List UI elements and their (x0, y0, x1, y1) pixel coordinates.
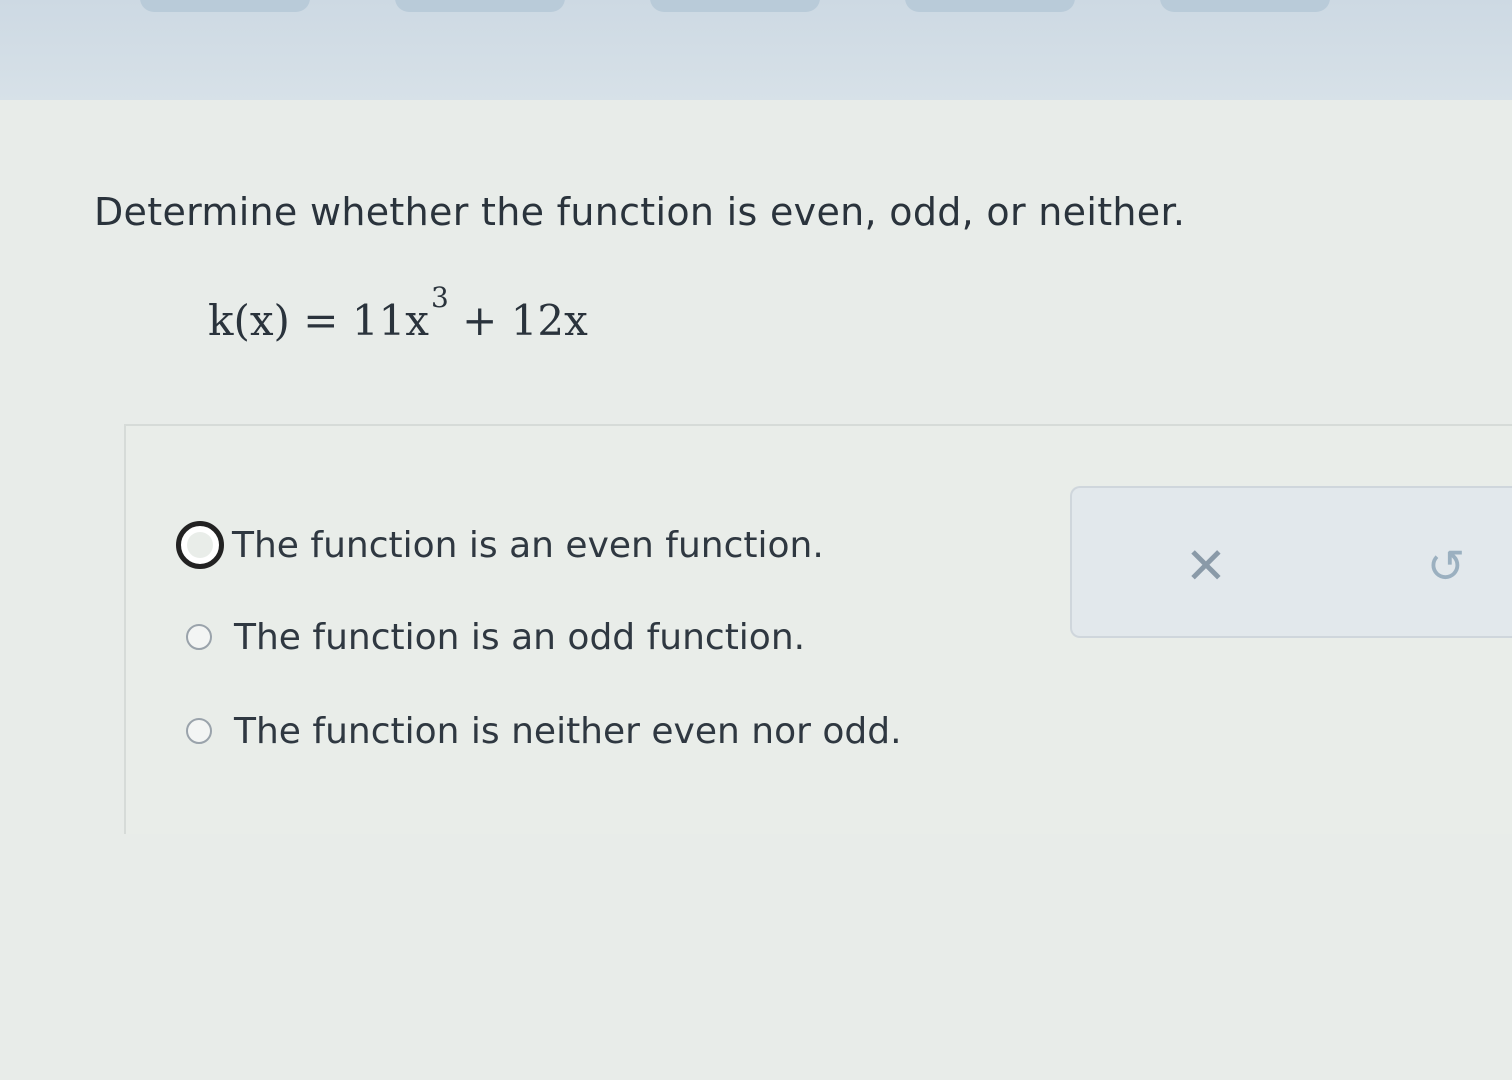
top-tab[interactable] (1160, 0, 1330, 12)
equation-exponent: 3 (430, 281, 449, 314)
choice-label: The function is neither even nor odd. (234, 710, 902, 752)
undo-icon[interactable]: ↺ (1420, 539, 1472, 593)
choice-neither[interactable]: The function is neither even nor odd. (176, 701, 976, 761)
equation-rest: + 12x (462, 296, 588, 345)
radio-button[interactable] (186, 624, 212, 650)
equation-term1: 11x (351, 296, 429, 345)
choice-even[interactable]: The function is an even function. (176, 515, 976, 575)
top-tab[interactable] (650, 0, 820, 12)
top-tab[interactable] (140, 0, 310, 12)
choice-label: The function is an even function. (232, 524, 824, 566)
radio-button[interactable] (186, 718, 212, 744)
top-bar (0, 0, 1512, 100)
top-tab[interactable] (395, 0, 565, 12)
question-prompt: Determine whether the function is even, … (94, 190, 1186, 234)
choice-label: The function is an odd function. (234, 616, 806, 658)
x-icon[interactable]: ✕ (1180, 537, 1232, 595)
equation-equals: = (303, 296, 339, 345)
top-tab[interactable] (905, 0, 1075, 12)
choice-odd[interactable]: The function is an odd function. (176, 607, 976, 667)
function-equation: k(x) = 11x3 + 12x (208, 281, 588, 366)
page: Determine whether the function is even, … (0, 0, 1512, 1080)
radio-button-selected[interactable] (176, 521, 224, 569)
equation-lhs: k(x) (208, 296, 290, 345)
